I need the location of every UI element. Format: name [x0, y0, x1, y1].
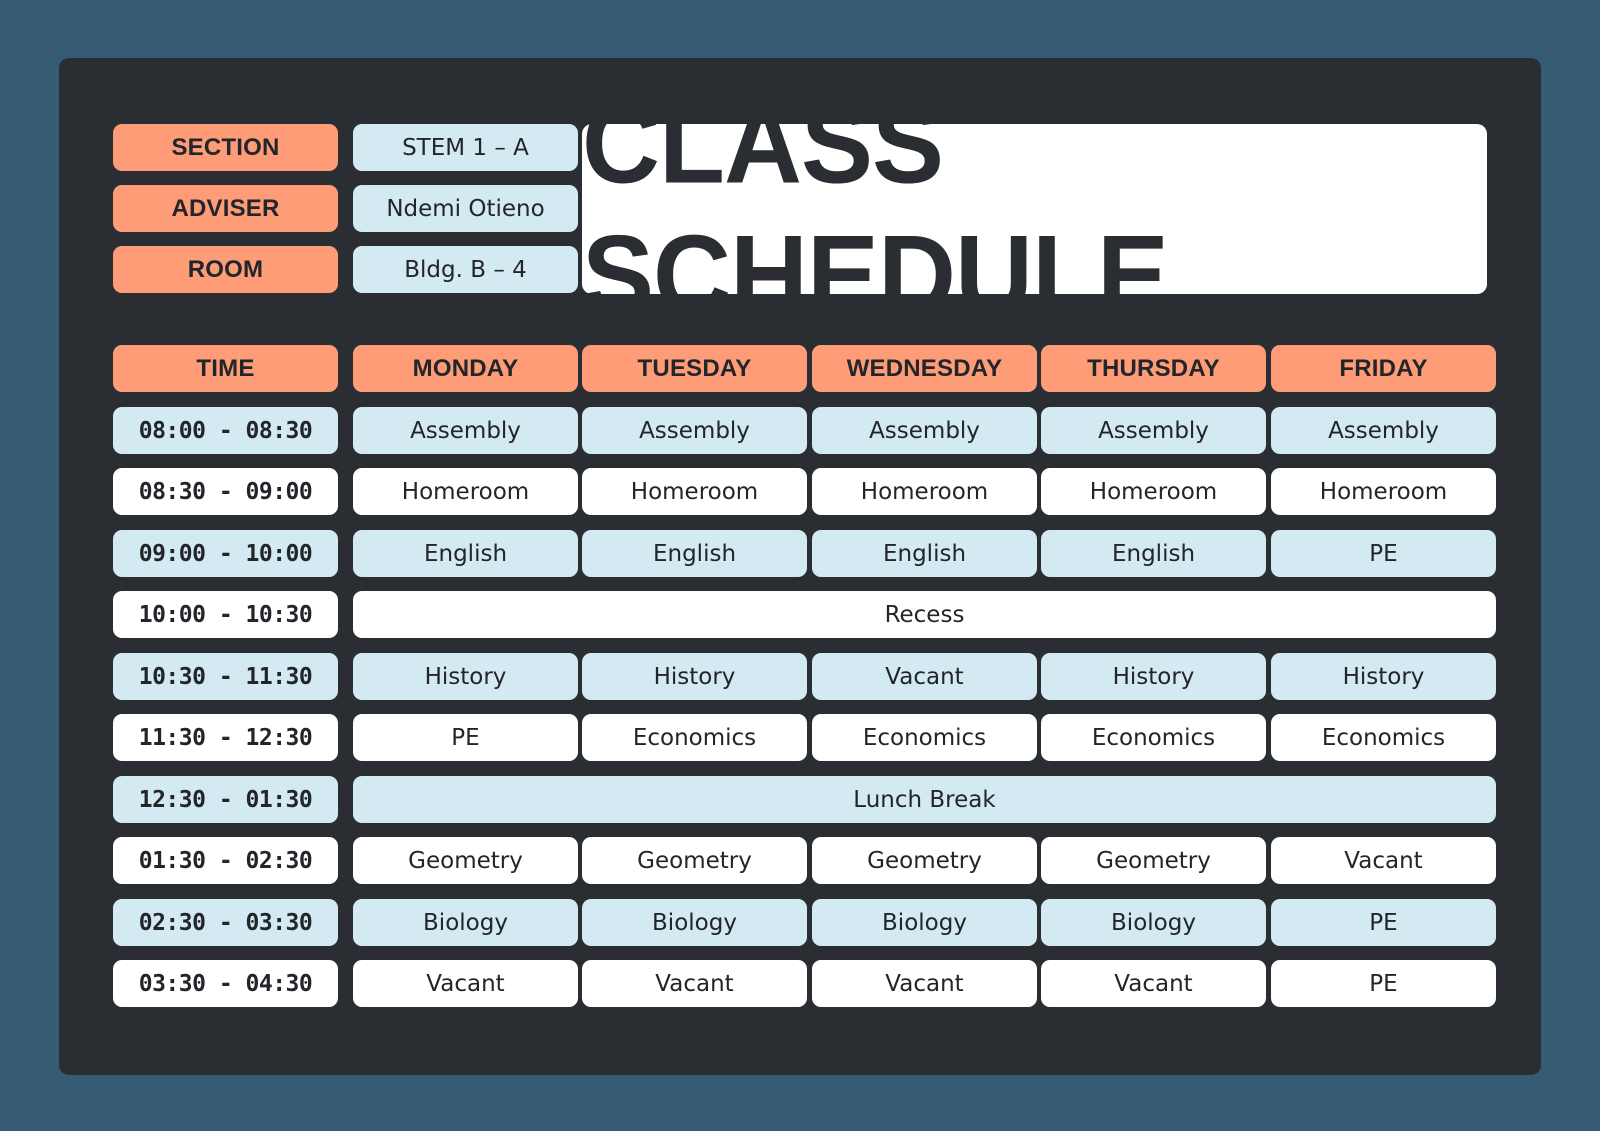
class-cell[interactable]: Vacant	[812, 653, 1037, 700]
class-cell[interactable]: History	[353, 653, 578, 700]
room-label: ROOM	[113, 246, 338, 293]
class-cell[interactable]: Assembly	[582, 407, 807, 454]
time-slot: 09:00 - 10:00	[113, 530, 338, 577]
class-cell[interactable]: Vacant	[1041, 960, 1266, 1007]
class-cell[interactable]: Biology	[1041, 899, 1266, 946]
class-cell[interactable]: PE	[1271, 530, 1496, 577]
header-tuesday: TUESDAY	[582, 345, 807, 392]
class-cell[interactable]: Biology	[353, 899, 578, 946]
class-cell[interactable]: Geometry	[353, 837, 578, 884]
spanning-cell-recess[interactable]: Recess	[353, 591, 1496, 638]
class-cell[interactable]: Assembly	[1041, 407, 1266, 454]
adviser-value: Ndemi Otieno	[353, 185, 578, 232]
class-cell[interactable]: English	[1041, 530, 1266, 577]
class-cell[interactable]: Homeroom	[1271, 468, 1496, 515]
class-cell[interactable]: Biology	[812, 899, 1037, 946]
class-cell[interactable]: Assembly	[1271, 407, 1496, 454]
header-monday: MONDAY	[353, 345, 578, 392]
class-cell[interactable]: Homeroom	[1041, 468, 1266, 515]
time-slot: 01:30 - 02:30	[113, 837, 338, 884]
class-cell[interactable]: History	[582, 653, 807, 700]
class-cell[interactable]: English	[582, 530, 807, 577]
class-cell[interactable]: History	[1041, 653, 1266, 700]
class-cell[interactable]: English	[812, 530, 1037, 577]
class-cell[interactable]: Assembly	[353, 407, 578, 454]
class-cell[interactable]: PE	[1271, 960, 1496, 1007]
time-slot: 11:30 - 12:30	[113, 714, 338, 761]
class-cell[interactable]: Economics	[1041, 714, 1266, 761]
spanning-cell-lunch-break[interactable]: Lunch Break	[353, 776, 1496, 823]
time-slot: 08:30 - 09:00	[113, 468, 338, 515]
class-cell[interactable]: Homeroom	[582, 468, 807, 515]
class-cell[interactable]: Economics	[1271, 714, 1496, 761]
section-label: SECTION	[113, 124, 338, 171]
time-slot: 08:00 - 08:30	[113, 407, 338, 454]
time-slot: 12:30 - 01:30	[113, 776, 338, 823]
class-cell[interactable]: Homeroom	[812, 468, 1037, 515]
time-slot: 03:30 - 04:30	[113, 960, 338, 1007]
class-cell[interactable]: Vacant	[353, 960, 578, 1007]
time-slot: 10:00 - 10:30	[113, 591, 338, 638]
class-cell[interactable]: Geometry	[1041, 837, 1266, 884]
class-cell[interactable]: Assembly	[812, 407, 1037, 454]
class-cell[interactable]: Vacant	[812, 960, 1037, 1007]
class-cell[interactable]: Biology	[582, 899, 807, 946]
header-thursday: THURSDAY	[1041, 345, 1266, 392]
class-cell[interactable]: History	[1271, 653, 1496, 700]
class-cell[interactable]: Economics	[812, 714, 1037, 761]
class-cell[interactable]: Homeroom	[353, 468, 578, 515]
time-slot: 02:30 - 03:30	[113, 899, 338, 946]
time-slot: 10:30 - 11:30	[113, 653, 338, 700]
title-box: CLASS SCHEDULE	[582, 80, 1487, 338]
page-title: CLASS SCHEDULE	[582, 79, 1169, 339]
header-time: TIME	[113, 345, 338, 392]
header-friday: FRIDAY	[1271, 345, 1496, 392]
class-cell[interactable]: PE	[1271, 899, 1496, 946]
class-cell[interactable]: Geometry	[582, 837, 807, 884]
header-wednesday: WEDNESDAY	[812, 345, 1037, 392]
class-cell[interactable]: Vacant	[582, 960, 807, 1007]
class-cell[interactable]: Economics	[582, 714, 807, 761]
class-cell[interactable]: Geometry	[812, 837, 1037, 884]
class-cell[interactable]: PE	[353, 714, 578, 761]
room-value: Bldg. B – 4	[353, 246, 578, 293]
class-cell[interactable]: English	[353, 530, 578, 577]
class-cell[interactable]: Vacant	[1271, 837, 1496, 884]
section-value: STEM 1 – A	[353, 124, 578, 171]
adviser-label: ADVISER	[113, 185, 338, 232]
